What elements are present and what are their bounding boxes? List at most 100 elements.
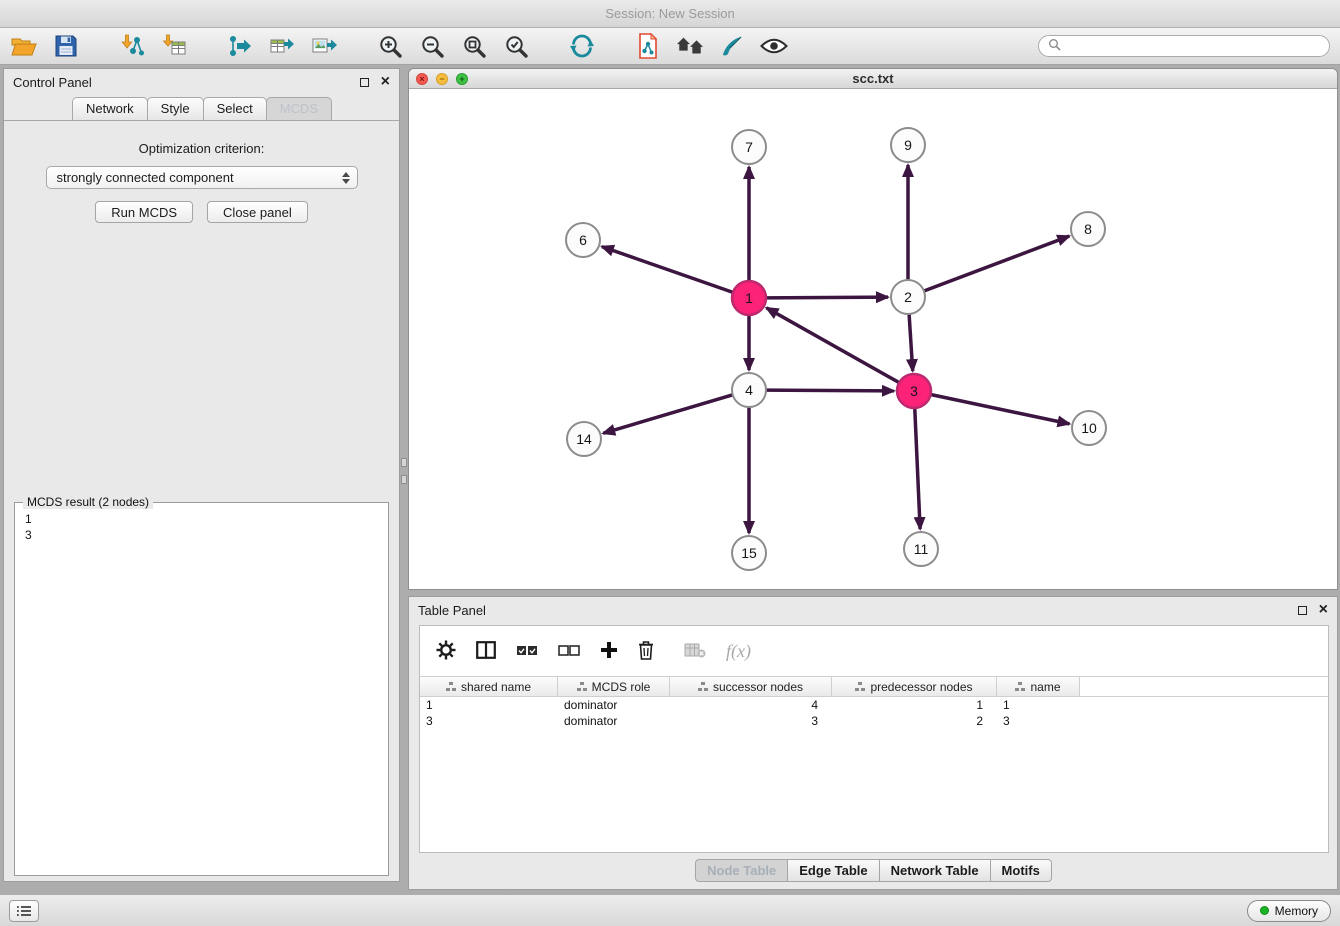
table-cell[interactable]: 3 bbox=[420, 713, 558, 729]
zoom-fit-icon[interactable] bbox=[460, 32, 488, 60]
show-columns-icon[interactable] bbox=[476, 641, 496, 662]
edge-2-8[interactable] bbox=[924, 236, 1069, 291]
table-cell[interactable]: 3 bbox=[670, 713, 832, 729]
table-cell[interactable]: 4 bbox=[670, 697, 832, 713]
export-network-icon[interactable] bbox=[226, 32, 254, 60]
column-header-successor-nodes[interactable]: successor nodes bbox=[670, 677, 832, 696]
save-session-icon[interactable] bbox=[52, 32, 80, 60]
window-title: Session: New Session bbox=[605, 6, 734, 21]
svg-text:11: 11 bbox=[914, 541, 929, 557]
float-table-panel-icon[interactable] bbox=[1298, 606, 1307, 615]
graph-node-3[interactable]: 3 bbox=[897, 374, 931, 408]
network-window-titlebar[interactable]: scc.txt × − + bbox=[409, 69, 1337, 89]
control-panel-tabs: NetworkStyleSelectMCDS bbox=[4, 97, 399, 121]
table-cell[interactable]: dominator bbox=[558, 713, 670, 729]
table-cell[interactable]: 3 bbox=[997, 713, 1080, 729]
graph-node-2[interactable]: 2 bbox=[891, 280, 925, 314]
tab-network[interactable]: Network bbox=[72, 97, 148, 120]
table-panel-tabs: Node TableEdge TableNetwork TableMotifs bbox=[409, 859, 1337, 882]
run-mcds-button[interactable]: Run MCDS bbox=[95, 201, 193, 223]
criterion-dropdown[interactable]: strongly connected component bbox=[46, 166, 358, 189]
graph-node-14[interactable]: 14 bbox=[567, 422, 601, 456]
edge-1-2[interactable] bbox=[766, 297, 888, 298]
home-networks-icon[interactable] bbox=[676, 32, 704, 60]
apply-layout-icon[interactable] bbox=[568, 32, 596, 60]
graph-node-15[interactable]: 15 bbox=[732, 536, 766, 570]
edge-3-10[interactable] bbox=[931, 395, 1070, 424]
tab-select[interactable]: Select bbox=[203, 97, 267, 120]
mcds-result-text[interactable]: 1 3 bbox=[15, 503, 388, 551]
float-panel-icon[interactable] bbox=[360, 78, 369, 87]
edge-3-1[interactable] bbox=[766, 308, 899, 383]
close-panel-icon[interactable]: × bbox=[381, 75, 390, 89]
graph-node-4[interactable]: 4 bbox=[732, 373, 766, 407]
delete-column-icon[interactable] bbox=[638, 640, 654, 663]
close-panel-button[interactable]: Close panel bbox=[207, 201, 308, 223]
graph-node-1[interactable]: 1 bbox=[732, 281, 766, 315]
edge-1-6[interactable] bbox=[602, 247, 733, 293]
edge-2-3[interactable] bbox=[909, 314, 913, 371]
network-graph[interactable]: 7 9 6 8 1 2 4 3 14 10 15 11 bbox=[409, 89, 1337, 589]
tab-motifs[interactable]: Motifs bbox=[990, 859, 1052, 882]
tab-network-table[interactable]: Network Table bbox=[879, 859, 991, 882]
svg-text:14: 14 bbox=[576, 431, 592, 447]
network-canvas[interactable]: 7 9 6 8 1 2 4 3 14 10 15 11 bbox=[409, 89, 1337, 589]
clone-network-icon[interactable] bbox=[634, 32, 662, 60]
graph-node-11[interactable]: 11 bbox=[904, 532, 938, 566]
graph-node-8[interactable]: 8 bbox=[1071, 212, 1105, 246]
column-header-name[interactable]: name bbox=[997, 677, 1080, 696]
column-header-predecessor-nodes[interactable]: predecessor nodes bbox=[832, 677, 997, 696]
title-bar[interactable]: Session: New Session bbox=[0, 0, 1340, 28]
table-cell[interactable]: 2 bbox=[832, 713, 997, 729]
paint-style-icon[interactable] bbox=[718, 32, 746, 60]
tab-edge-table[interactable]: Edge Table bbox=[787, 859, 879, 882]
task-history-button[interactable] bbox=[9, 900, 39, 922]
table-row[interactable]: 3dominator323 bbox=[420, 713, 1328, 729]
graph-node-10[interactable]: 10 bbox=[1072, 411, 1106, 445]
tab-node-table[interactable]: Node Table bbox=[695, 859, 788, 882]
maximize-window-icon[interactable]: + bbox=[456, 73, 468, 85]
table-cell[interactable]: dominator bbox=[558, 697, 670, 713]
edge-4-14[interactable] bbox=[603, 395, 733, 433]
table-cell[interactable]: 1 bbox=[832, 697, 997, 713]
graph-node-9[interactable]: 9 bbox=[891, 128, 925, 162]
mcds-result-title: MCDS result (2 nodes) bbox=[23, 495, 153, 509]
zoom-in-icon[interactable] bbox=[376, 32, 404, 60]
memory-button[interactable]: Memory bbox=[1247, 900, 1331, 922]
export-table-icon[interactable] bbox=[268, 32, 296, 60]
column-header-MCDS-role[interactable]: MCDS role bbox=[558, 677, 670, 696]
show-hide-eye-icon[interactable] bbox=[760, 32, 788, 60]
gear-icon[interactable] bbox=[436, 640, 456, 663]
table-cell[interactable]: 1 bbox=[420, 697, 558, 713]
import-table-icon[interactable] bbox=[160, 32, 188, 60]
import-network-icon[interactable] bbox=[118, 32, 146, 60]
minimize-window-icon[interactable]: − bbox=[436, 73, 448, 85]
network-window: scc.txt × − + 7 9 6 8 1 2 4 3 14 10 15 11 bbox=[408, 68, 1338, 590]
tab-mcds[interactable]: MCDS bbox=[266, 97, 332, 120]
svg-text:7: 7 bbox=[745, 139, 753, 155]
select-all-icon[interactable] bbox=[516, 643, 538, 660]
tab-style[interactable]: Style bbox=[147, 97, 204, 120]
open-session-icon[interactable] bbox=[10, 32, 38, 60]
zoom-selected-icon[interactable] bbox=[502, 32, 530, 60]
panel-splitter[interactable] bbox=[400, 458, 408, 494]
table-row[interactable]: 1dominator411 bbox=[420, 697, 1328, 713]
add-column-icon[interactable] bbox=[600, 641, 618, 662]
table-cell[interactable]: 1 bbox=[997, 697, 1080, 713]
status-bar: Memory bbox=[0, 894, 1340, 926]
close-table-panel-icon[interactable]: × bbox=[1319, 603, 1328, 617]
edge-3-11[interactable] bbox=[915, 408, 920, 529]
graph-node-6[interactable]: 6 bbox=[566, 223, 600, 257]
memory-indicator bbox=[1260, 906, 1269, 915]
deselect-all-icon[interactable] bbox=[558, 643, 580, 660]
edge-4-3[interactable] bbox=[766, 390, 894, 391]
svg-text:10: 10 bbox=[1081, 420, 1097, 436]
close-window-icon[interactable]: × bbox=[416, 73, 428, 85]
export-image-icon[interactable] bbox=[310, 32, 338, 60]
mcds-result-group: MCDS result (2 nodes) 1 3 bbox=[14, 502, 389, 876]
search-box[interactable] bbox=[1038, 35, 1330, 57]
search-input[interactable] bbox=[1066, 39, 1320, 53]
column-header-shared-name[interactable]: shared name bbox=[420, 677, 558, 696]
zoom-out-icon[interactable] bbox=[418, 32, 446, 60]
graph-node-7[interactable]: 7 bbox=[732, 130, 766, 164]
